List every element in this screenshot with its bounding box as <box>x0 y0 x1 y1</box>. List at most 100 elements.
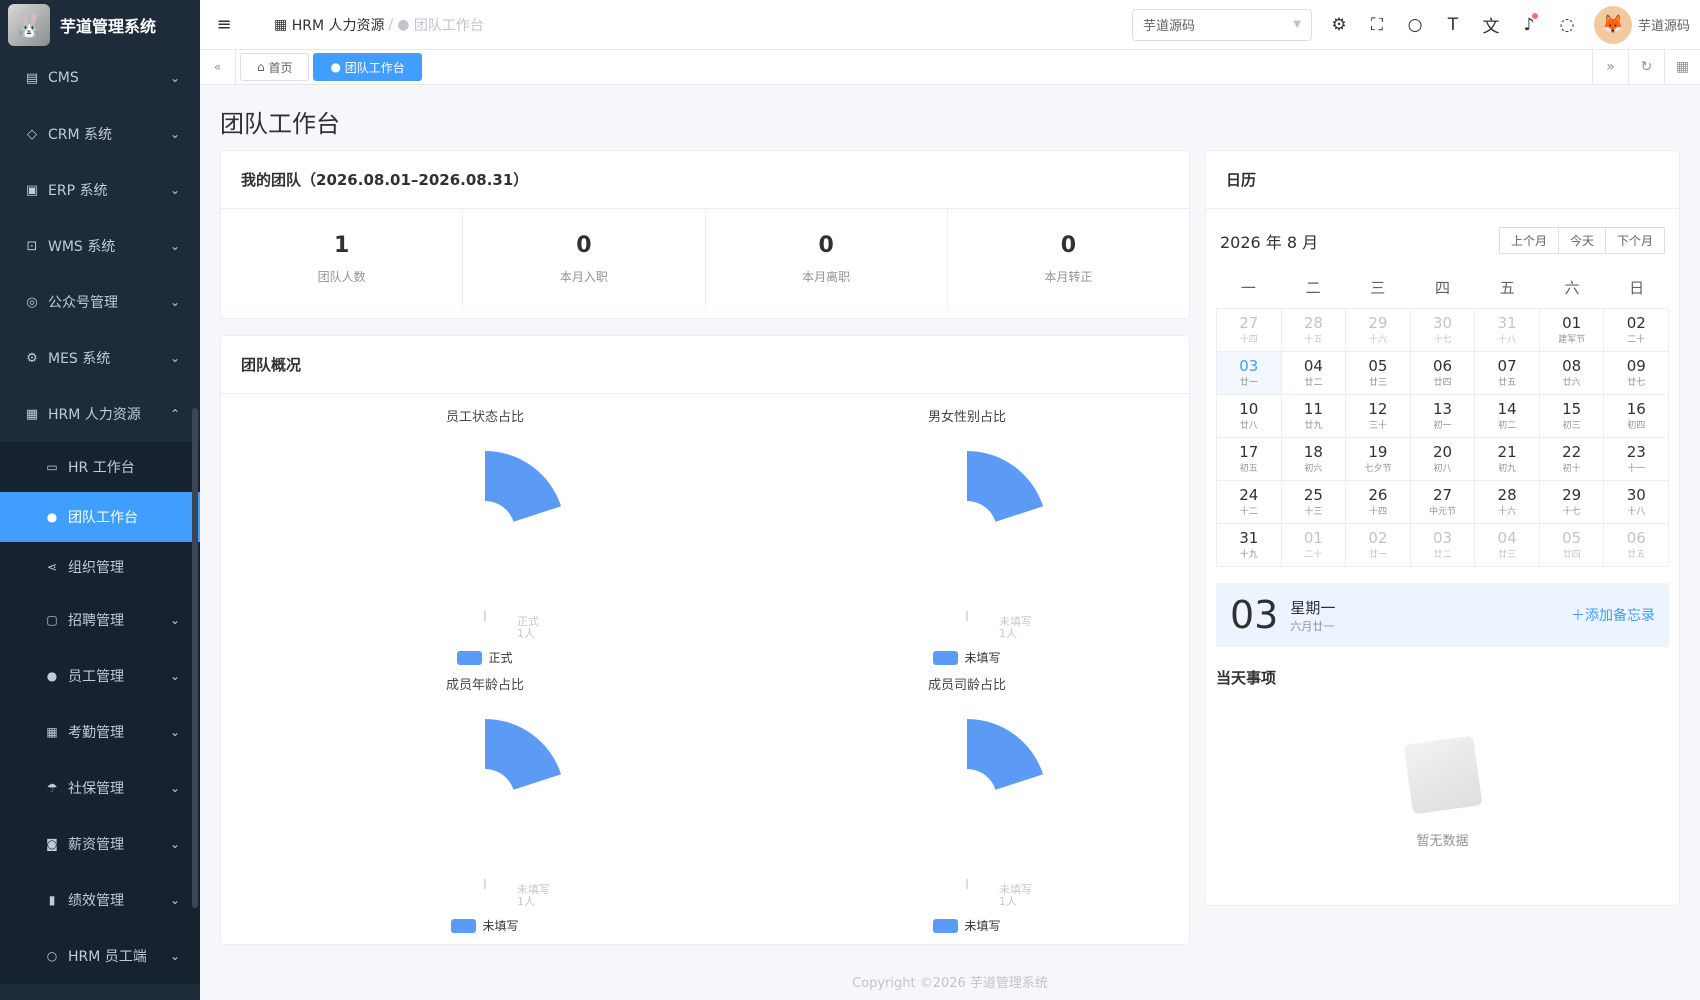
pie-slice[interactable] <box>967 719 1044 790</box>
calendar-day[interactable]: 22 初十 <box>1539 438 1605 481</box>
menu-toggle-icon[interactable]: ≡ <box>204 14 244 35</box>
calendar-day[interactable]: 03 廿二 <box>1410 524 1476 567</box>
calendar-day[interactable]: 12 三十 <box>1346 395 1411 438</box>
next-month-button[interactable]: 下个月 <box>1605 227 1665 254</box>
tenant-select[interactable]: 芋道源码 ▼ <box>1131 8 1312 41</box>
search-icon[interactable]: ○ <box>1396 15 1434 35</box>
calendar-day[interactable]: 01 二十 <box>1281 524 1347 567</box>
sidebar-item-social[interactable]: ☂ 社保管理 ⌄ <box>0 760 200 816</box>
breadcrumb-item[interactable]: HRM 人力资源 <box>292 15 385 35</box>
calendar-day[interactable]: 30 十八 <box>1604 481 1670 524</box>
pie-slice[interactable] <box>967 451 1044 522</box>
sidebar-item-hrm[interactable]: ▦ HRM 人力资源 ⌃ <box>0 386 200 442</box>
calendar-day[interactable]: 27 中元节 <box>1410 481 1476 524</box>
calendar-day[interactable]: 31 十九 <box>1217 524 1282 567</box>
calendar-day[interactable]: 02 廿一 <box>1346 524 1411 567</box>
calendar-day[interactable]: 17 初五 <box>1217 438 1282 481</box>
calendar-day[interactable]: 19 七夕节 <box>1346 438 1411 481</box>
chart-legend[interactable]: 未填写 <box>767 649 1167 666</box>
slice-count: 1人 <box>999 895 1017 908</box>
tag-home[interactable]: ⌂ 首页 <box>240 53 310 81</box>
sidebar-item-cms[interactable]: ▤ CMS ⌄ <box>0 50 200 106</box>
calendar-day[interactable]: 11 廿九 <box>1281 395 1347 438</box>
tag-team-workbench[interactable]: ● 团队工作台 <box>313 53 422 81</box>
calendar-day[interactable]: 29 十七 <box>1539 481 1605 524</box>
sidebar-item-salary[interactable]: ◙ 薪资管理 ⌄ <box>0 816 200 872</box>
calendar-day[interactable]: 24 十二 <box>1217 481 1282 524</box>
calendar-day[interactable]: 28 十五 <box>1281 309 1347 352</box>
pie-slice[interactable] <box>485 719 562 790</box>
calendar-day[interactable]: 15 初三 <box>1539 395 1605 438</box>
calendar-day[interactable]: 25 十三 <box>1281 481 1347 524</box>
tag-label: 首页 <box>268 60 293 75</box>
logo[interactable]: 🐰 芋道管理系统 <box>0 0 200 50</box>
sidebar-item-attendance[interactable]: ▦ 考勤管理 ⌄ <box>0 704 200 760</box>
fullscreen-icon[interactable]: ⛶ <box>1358 15 1396 35</box>
username[interactable]: 芋道源码 <box>1638 15 1690 34</box>
sidebar-item-team-workbench[interactable]: ● 团队工作台 <box>0 492 200 542</box>
empty-box-icon <box>1402 735 1483 815</box>
calendar-day[interactable]: 18 初六 <box>1281 438 1347 481</box>
selected-day: 03 <box>1230 593 1279 637</box>
sidebar-item-recruit[interactable]: ▢ 招聘管理 ⌄ <box>0 592 200 648</box>
today-button[interactable]: 今天 <box>1558 227 1606 254</box>
calendar-day[interactable]: 06 廿五 <box>1604 524 1670 567</box>
message-icon[interactable]: ◌ <box>1548 15 1586 35</box>
sidebar-item-performance[interactable]: ▮ 绩效管理 ⌄ <box>0 872 200 928</box>
sidebar-item-erp[interactable]: ▣ ERP 系统 ⌄ <box>0 162 200 218</box>
sidebar-scrollbar[interactable] <box>192 408 198 908</box>
sidebar-item-org[interactable]: ⋖ 组织管理 <box>0 542 200 592</box>
box-icon: ⊡ <box>26 238 38 254</box>
calendar-day[interactable]: 01 建军节 <box>1539 309 1605 352</box>
calendar-day[interactable]: 05 廿四 <box>1539 524 1605 567</box>
tags-scroll-right-icon[interactable]: » <box>1592 50 1628 84</box>
sidebar-item-wechat[interactable]: ◎ 公众号管理 ⌄ <box>0 274 200 330</box>
calendar-day[interactable]: 28 十六 <box>1475 481 1540 524</box>
calendar-day[interactable]: 05 廿三 <box>1346 352 1411 395</box>
translate-icon[interactable]: 文 <box>1472 12 1510 37</box>
sidebar-item-employee[interactable]: ● 员工管理 ⌄ <box>0 648 200 704</box>
grid-icon[interactable]: ▦ <box>1664 50 1700 84</box>
pie-slice[interactable] <box>485 451 562 522</box>
font-size-icon[interactable]: T <box>1434 15 1472 35</box>
calendar-day[interactable]: 02 二十 <box>1604 309 1670 352</box>
calendar-day[interactable]: 04 廿三 <box>1475 524 1540 567</box>
calendar-day[interactable]: 26 十四 <box>1346 481 1411 524</box>
calendar-day[interactable]: 29 十六 <box>1346 309 1411 352</box>
bell-icon[interactable]: ♪ <box>1510 12 1548 35</box>
calendar-day[interactable]: 06 廿四 <box>1410 352 1476 395</box>
calendar-day[interactable]: 03 廿一 <box>1217 352 1282 395</box>
calendar-day[interactable]: 04 廿二 <box>1281 352 1347 395</box>
add-memo-button[interactable]: ＋添加备忘录 <box>1571 605 1655 625</box>
chart-legend[interactable]: 正式 <box>285 649 685 666</box>
chart-legend[interactable]: 未填写 <box>767 917 1167 934</box>
refresh-icon[interactable]: ↻ <box>1628 50 1664 84</box>
chart-legend[interactable]: 未填写 <box>285 917 685 934</box>
calendar-day[interactable]: 21 初九 <box>1475 438 1540 481</box>
calendar-day[interactable]: 16 初四 <box>1604 395 1670 438</box>
calendar-day[interactable]: 08 廿六 <box>1539 352 1605 395</box>
calendar-day[interactable]: 27 十四 <box>1217 309 1282 352</box>
sidebar-item-mes[interactable]: ⚙ MES 系统 ⌄ <box>0 330 200 386</box>
calendar-day[interactable]: 10 廿八 <box>1217 395 1282 438</box>
calendar-day[interactable]: 07 廿五 <box>1475 352 1540 395</box>
calendar-day[interactable]: 20 初八 <box>1410 438 1476 481</box>
settings-icon[interactable]: ⚙ <box>1320 15 1358 35</box>
calendar-day[interactable]: 13 初一 <box>1410 395 1476 438</box>
prev-month-button[interactable]: 上个月 <box>1498 227 1559 254</box>
sidebar-item-hr-workbench[interactable]: ▭ HR 工作台 <box>0 442 200 492</box>
tags-scroll-left-icon[interactable]: « <box>200 50 236 84</box>
calendar-day[interactable]: 23 十一 <box>1604 438 1670 481</box>
stat-value: 1 <box>333 233 350 258</box>
calendar-day[interactable]: 14 初二 <box>1475 395 1540 438</box>
day-number: 21 <box>1497 443 1517 461</box>
calendar-day[interactable]: 09 廿七 <box>1604 352 1670 395</box>
avatar[interactable]: 🦊 <box>1593 5 1632 44</box>
sidebar-item-wms[interactable]: ⊡ WMS 系统 ⌄ <box>0 218 200 274</box>
legend-swatch <box>451 918 477 933</box>
sidebar-item-crm[interactable]: ◇ CRM 系统 ⌄ <box>0 106 200 162</box>
calendar-day[interactable]: 30 十七 <box>1410 309 1476 352</box>
sidebar-item-hrm-employee[interactable]: ○ HRM 员工端 ⌄ <box>0 928 200 984</box>
calendar-day[interactable]: 31 十八 <box>1475 309 1540 352</box>
stat-label: 本月离职 <box>802 270 851 284</box>
